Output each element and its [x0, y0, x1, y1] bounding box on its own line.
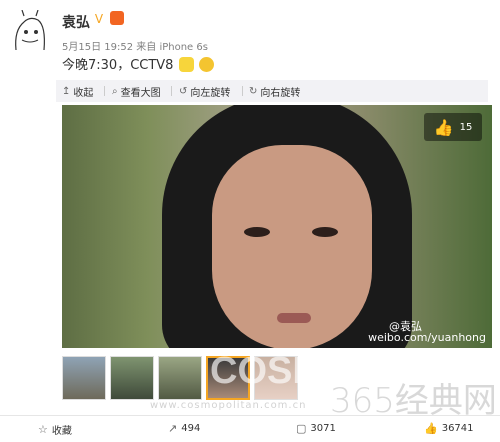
comment-button[interactable]: ▢ 3071 [296, 422, 336, 435]
rotate-right-button[interactable]: ↻ 向右旋转 [249, 84, 300, 99]
post-header: 袁弘 V 5月15日 19:52 来自 iPhone 6s 今晚7:30，CCT… [0, 0, 500, 80]
collapse-label: 收起 [73, 88, 94, 99]
post-text-content: 今晚7:30，CCTV8 [62, 58, 174, 73]
thumbnail[interactable] [110, 356, 154, 400]
rotate-left-button[interactable]: ↺ 向左旋转 [179, 84, 230, 99]
mouth [277, 313, 311, 323]
share-button[interactable]: ↗ 494 [168, 422, 200, 435]
thumbnail[interactable] [158, 356, 202, 400]
post-text: 今晚7:30，CCTV8 [62, 54, 214, 73]
view-large-button[interactable]: ⌕ 查看大图 [112, 84, 161, 99]
avatar[interactable] [8, 9, 52, 54]
thumbs-up-icon: 👍 [424, 422, 438, 435]
action-bar: ☆ 收藏 ↗ 494 ▢ 3071 👍 36741 [0, 415, 500, 442]
photo-like-button[interactable]: 👍 15 [424, 113, 482, 141]
main-photo[interactable]: 👍 15 @袁弘 weibo.com/yuanhong [62, 105, 492, 348]
view-large-label: 查看大图 [120, 88, 161, 99]
cosmo-watermark-url: www.cosmopolitan.com.cn [150, 400, 307, 411]
collapse-button[interactable]: ↥ 收起 [62, 84, 93, 99]
share-count: 494 [181, 423, 201, 434]
toolbar-divider [104, 86, 105, 96]
comment-count: 3071 [310, 423, 336, 434]
rotate-left-label: 向左旋转 [190, 88, 231, 99]
like-count: 36741 [441, 423, 474, 434]
right-eye [312, 227, 338, 237]
share-icon: ↗ [168, 422, 178, 435]
toolbar-divider [242, 86, 243, 96]
photo-like-count: 15 [459, 121, 473, 133]
search-icon: ⌕ [112, 86, 118, 97]
laugh-emoji-icon [198, 57, 214, 72]
rotate-right-label: 向右旋转 [260, 88, 301, 99]
vip-crown-icon [110, 11, 124, 25]
thumbnail[interactable] [62, 356, 106, 400]
star-icon: ☆ [38, 423, 48, 436]
watermark-url: weibo.com/yuanhong [368, 331, 486, 344]
username[interactable]: 袁弘 [62, 12, 90, 32]
face-shape [212, 145, 372, 348]
thumbs-up-icon: 👍 [433, 117, 454, 137]
favorite-label: 收藏 [51, 426, 72, 437]
image-toolbar: ↥ 收起 ⌕ 查看大图 ↺ 向左旋转 ↻ 向右旋转 [56, 80, 488, 102]
rotate-left-icon: ↺ [179, 86, 188, 97]
rotate-right-icon: ↻ [249, 86, 258, 97]
like-button[interactable]: 👍 36741 [424, 422, 474, 435]
cat-emoji-icon [178, 57, 194, 72]
collapse-icon: ↥ [62, 86, 71, 97]
left-eye [244, 227, 270, 237]
favorite-button[interactable]: ☆ 收藏 [38, 422, 72, 437]
post-meta: 5月15日 19:52 来自 iPhone 6s [62, 42, 208, 53]
verified-icon: V [94, 12, 104, 26]
comment-icon: ▢ [296, 422, 307, 435]
toolbar-divider [171, 86, 172, 96]
